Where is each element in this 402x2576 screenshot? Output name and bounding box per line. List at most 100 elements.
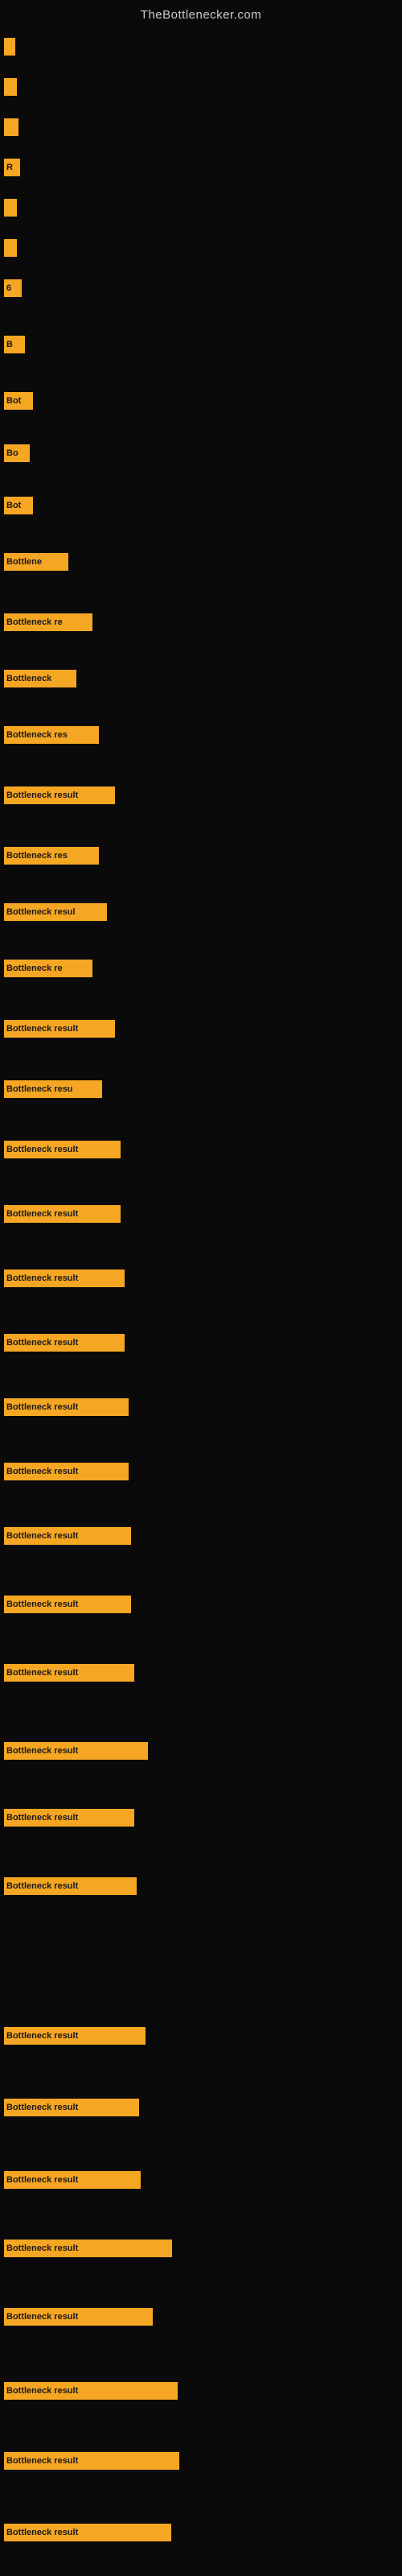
bar-row: Bot — [4, 497, 33, 514]
bar-label: Bottleneck result — [6, 2312, 78, 2322]
bar: Bottleneck result — [4, 786, 115, 804]
bar: Bottleneck result — [4, 1809, 134, 1827]
bar-label: Bottleneck result — [6, 1746, 78, 1756]
bar-row: Bottleneck result — [4, 1742, 148, 1760]
bar-row: Bottleneck result — [4, 2099, 139, 2116]
bar-label: Bottleneck result — [6, 1402, 78, 1412]
bar-row: Bottleneck result — [4, 2524, 171, 2541]
bar-row: Bottleneck result — [4, 1809, 134, 1827]
bar: Bot — [4, 392, 33, 410]
bar-row: Bottleneck result — [4, 2027, 146, 2045]
bar-row: Bottleneck resu — [4, 1080, 102, 1098]
bar-row: Bottleneck result — [4, 2171, 141, 2189]
bar-row: Bottleneck — [4, 670, 76, 687]
bar-row: Bottleneck result — [4, 2308, 153, 2326]
bar-label: Bottleneck re — [6, 964, 63, 973]
bar: Bottleneck result — [4, 1463, 129, 1480]
bar: Bottleneck result — [4, 2027, 146, 2045]
bar: Bottleneck result — [4, 1334, 125, 1352]
bar-label: Bottleneck res — [6, 851, 68, 861]
bar-label: Bot — [6, 396, 21, 406]
bar-label: Bottleneck resu — [6, 1084, 73, 1094]
bar-label: 6 — [6, 283, 11, 293]
bar-row: Bottleneck result — [4, 2452, 179, 2470]
bar: Bottleneck result — [4, 2240, 172, 2257]
bar: R — [4, 159, 20, 176]
bar-row — [4, 239, 17, 257]
bar: Bottleneck resu — [4, 1080, 102, 1098]
bar: Bottleneck resul — [4, 903, 107, 921]
bar-row: Bot — [4, 392, 33, 410]
bar: Bottleneck result — [4, 2524, 171, 2541]
bar-row: Bottleneck result — [4, 1205, 121, 1223]
bar-label: Bottleneck result — [6, 791, 78, 800]
bar-label: Bottleneck result — [6, 2103, 78, 2112]
bar-label: R — [6, 163, 13, 172]
bar: Bottleneck result — [4, 1141, 121, 1158]
bar: Bo — [4, 444, 30, 462]
bar: Bottleneck re — [4, 613, 92, 631]
bar-row: 6 — [4, 279, 22, 297]
bar-row: Bottleneck result — [4, 1334, 125, 1352]
bar-row: B — [4, 336, 25, 353]
bar-row — [4, 199, 17, 217]
bar-label: Bottleneck result — [6, 1813, 78, 1823]
bar-label: B — [6, 340, 13, 349]
bar-row — [4, 38, 15, 56]
bar-label: Bottleneck result — [6, 1338, 78, 1348]
bar: Bottleneck result — [4, 2099, 139, 2116]
bar-label: Bot — [6, 501, 21, 510]
bar-label: Bottleneck result — [6, 1467, 78, 1476]
bar: Bottleneck result — [4, 1742, 148, 1760]
bar-row: Bottleneck result — [4, 1020, 115, 1038]
bar-label: Bottleneck result — [6, 2031, 78, 2041]
bar-row: Bottleneck result — [4, 786, 115, 804]
bar — [4, 239, 17, 257]
bar-label: Bottleneck result — [6, 1531, 78, 1541]
bar-row: Bottleneck result — [4, 1398, 129, 1416]
bar-row: Bottleneck res — [4, 726, 99, 744]
bar — [4, 78, 17, 96]
bar-label: Bottleneck result — [6, 2456, 78, 2466]
bar-label: Bottlene — [6, 557, 42, 567]
bar-label: Bottleneck result — [6, 2244, 78, 2253]
bar: Bottleneck result — [4, 2382, 178, 2400]
chart-area: R 6 B Bot Bo Bot Bottlene Bottleneck re Bottlene… — [0, 26, 402, 2553]
bar-row: Bottleneck result — [4, 2382, 178, 2400]
bar-label: Bottleneck result — [6, 1145, 78, 1154]
bar-label: Bottleneck resul — [6, 907, 76, 917]
bar-row: Bottleneck res — [4, 847, 99, 865]
bar: Bottlene — [4, 553, 68, 571]
bar-label: Bottleneck result — [6, 1024, 78, 1034]
bar: Bottleneck result — [4, 1269, 125, 1287]
bar-row: Bottleneck re — [4, 613, 92, 631]
bar: Bottleneck result — [4, 1398, 129, 1416]
bar: Bottleneck result — [4, 1527, 131, 1545]
bar: Bottleneck result — [4, 1205, 121, 1223]
bar-label: Bottleneck result — [6, 1668, 78, 1678]
bar-row: Bottleneck result — [4, 2240, 172, 2257]
bar: B — [4, 336, 25, 353]
bar-label: Bo — [6, 448, 18, 458]
bar: Bottleneck res — [4, 847, 99, 865]
bar: Bottleneck — [4, 670, 76, 687]
bar: Bot — [4, 497, 33, 514]
bar-row — [4, 78, 17, 96]
bar-row: Bottleneck result — [4, 1877, 137, 1895]
bar: Bottleneck result — [4, 1596, 131, 1613]
bar — [4, 199, 17, 217]
bar-label: Bottleneck result — [6, 1881, 78, 1891]
bar-row: R — [4, 159, 20, 176]
bar: Bottleneck result — [4, 2452, 179, 2470]
bar: Bottleneck result — [4, 1877, 137, 1895]
bar-row: Bottleneck result — [4, 1269, 125, 1287]
bar-label: Bottleneck result — [6, 1600, 78, 1609]
bar: Bottleneck re — [4, 960, 92, 977]
bar-label: Bottleneck res — [6, 730, 68, 740]
bar-label: Bottleneck result — [6, 1209, 78, 1219]
site-title: TheBottlenecker.com — [0, 0, 402, 26]
bar: Bottleneck result — [4, 2308, 153, 2326]
bar-label: Bottleneck result — [6, 2175, 78, 2185]
bar-row: Bo — [4, 444, 30, 462]
bar: Bottleneck result — [4, 1664, 134, 1682]
